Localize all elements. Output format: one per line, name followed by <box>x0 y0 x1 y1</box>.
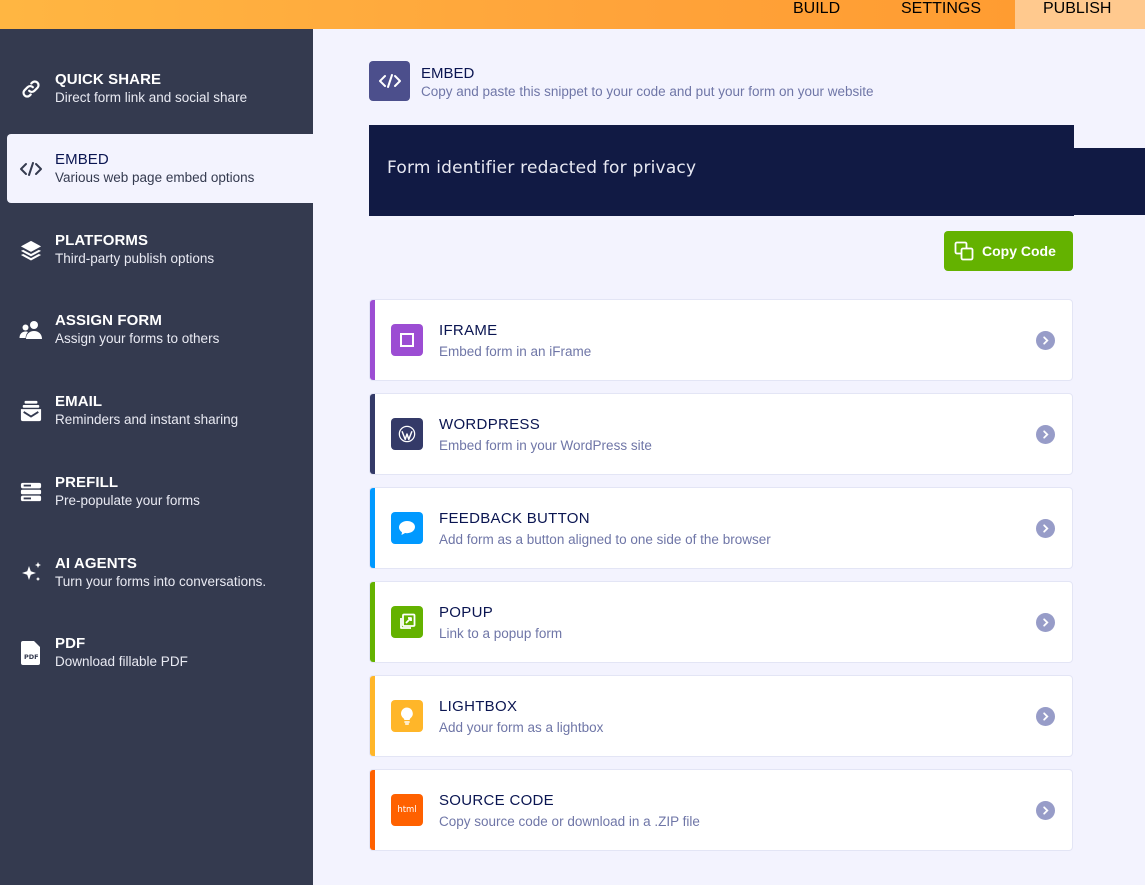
option-card-feedback-button[interactable]: FEEDBACK BUTTON Add form as a button ali… <box>369 487 1073 569</box>
option-subtitle: Add your form as a lightbox <box>439 720 604 735</box>
option-card-iframe[interactable]: IFRAME Embed form in an iFrame <box>369 299 1073 381</box>
sidebar: QUICK SHARE Direct form link and social … <box>0 29 313 885</box>
card-accent-bar <box>370 488 375 568</box>
option-card-lightbox[interactable]: LIGHTBOX Add your form as a lightbox <box>369 675 1073 757</box>
copy-code-button[interactable]: Copy Code <box>944 231 1073 271</box>
svg-text:PDF: PDF <box>24 653 39 661</box>
tab-publish-label: PUBLISH <box>1043 0 1112 17</box>
pdf-icon: PDF <box>18 640 44 666</box>
sidebar-item-subtitle: Reminders and instant sharing <box>55 411 239 427</box>
sidebar-item-title: PDF <box>55 634 86 652</box>
option-subtitle: Link to a popup form <box>439 626 563 641</box>
option-title: IFRAME <box>439 322 498 339</box>
popup-icon <box>391 606 423 638</box>
chevron-right-icon <box>1036 707 1055 726</box>
option-subtitle: Embed form in an iFrame <box>439 344 592 359</box>
card-accent-bar <box>370 676 375 756</box>
sidebar-item-subtitle: Pre-populate your forms <box>55 492 200 508</box>
tab-settings[interactable]: SETTINGS <box>901 0 1001 29</box>
option-subtitle: Embed form in your WordPress site <box>439 438 652 453</box>
link-icon <box>18 76 44 102</box>
sidebar-item-subtitle: Turn your forms into conversations. <box>55 573 267 589</box>
chevron-right-icon <box>1036 331 1055 350</box>
embed-header: EMBED Copy and paste this snippet to you… <box>369 61 874 101</box>
top-bar: BUILD SETTINGS PUBLISH <box>0 0 1145 29</box>
page-title: EMBED <box>421 65 475 82</box>
tab-settings-label: SETTINGS <box>901 0 982 17</box>
iframe-icon <box>391 324 423 356</box>
card-accent-bar <box>370 394 375 474</box>
sidebar-item-subtitle: Assign your forms to others <box>55 330 220 346</box>
option-title: LIGHTBOX <box>439 698 518 715</box>
option-subtitle: Copy source code or download in a .ZIP f… <box>439 814 700 829</box>
sidebar-item-subtitle: Download fillable PDF <box>55 653 188 669</box>
tab-build[interactable]: BUILD <box>793 0 853 29</box>
option-card-source-code[interactable]: html SOURCE CODE Copy source code or dow… <box>369 769 1073 851</box>
sidebar-item-subtitle: Various web page embed options <box>55 169 255 185</box>
sidebar-item-embed[interactable]: EMBED Various web page embed options <box>7 134 313 203</box>
code-icon <box>369 61 410 101</box>
sidebar-item-quick-share[interactable]: QUICK SHARE Direct form link and social … <box>0 54 313 123</box>
chevron-right-icon <box>1036 519 1055 538</box>
option-title: WORDPRESS <box>439 416 541 433</box>
option-title: FEEDBACK BUTTON <box>439 510 590 527</box>
page-subtitle: Copy and paste this snippet to your code… <box>421 84 874 99</box>
prefill-icon <box>18 479 44 505</box>
chevron-right-icon <box>1036 801 1055 820</box>
embed-code-overflow <box>1074 148 1145 215</box>
sidebar-item-pdf[interactable]: PDF PDF Download fillable PDF <box>0 618 313 687</box>
chevron-right-icon <box>1036 613 1055 632</box>
layers-icon <box>18 237 44 263</box>
option-card-popup[interactable]: POPUP Link to a popup form <box>369 581 1073 663</box>
sidebar-item-title: EMBED <box>55 150 109 168</box>
tab-publish[interactable]: PUBLISH <box>1015 0 1145 29</box>
sidebar-item-title: ASSIGN FORM <box>55 311 162 329</box>
sidebar-item-assign-form[interactable]: ASSIGN FORM Assign your forms to others <box>0 295 313 364</box>
chevron-right-icon <box>1036 425 1055 444</box>
option-title: SOURCE CODE <box>439 792 554 809</box>
sidebar-item-title: EMAIL <box>55 392 103 410</box>
email-icon <box>18 398 44 424</box>
lightbulb-icon <box>391 700 423 732</box>
embed-code-text: Form identifier redacted for privacy <box>387 158 697 178</box>
sidebar-item-title: PLATFORMS <box>55 231 149 249</box>
sidebar-item-title: PREFILL <box>55 473 119 491</box>
sidebar-item-subtitle: Direct form link and social share <box>55 89 248 105</box>
wordpress-icon <box>391 418 423 450</box>
copy-code-label: Copy Code <box>982 243 1056 259</box>
html-icon-label: html <box>397 805 417 815</box>
copy-icon <box>954 241 974 261</box>
sidebar-item-email[interactable]: EMAIL Reminders and instant sharing <box>0 376 313 445</box>
card-accent-bar <box>370 770 375 850</box>
users-icon <box>18 317 44 343</box>
sidebar-item-title: AI AGENTS <box>55 554 138 572</box>
tab-build-label: BUILD <box>793 0 841 17</box>
card-accent-bar <box>370 300 375 380</box>
code-icon <box>18 156 44 182</box>
card-accent-bar <box>370 582 375 662</box>
sidebar-item-subtitle: Third-party publish options <box>55 250 215 266</box>
sidebar-item-platforms[interactable]: PLATFORMS Third-party publish options <box>0 215 313 284</box>
chat-bubble-icon <box>391 512 423 544</box>
sidebar-item-prefill[interactable]: PREFILL Pre-populate your forms <box>0 457 313 526</box>
sparkles-icon <box>18 560 44 586</box>
html-icon: html <box>391 794 423 826</box>
option-card-wordpress[interactable]: WORDPRESS Embed form in your WordPress s… <box>369 393 1073 475</box>
embed-code-box[interactable]: Form identifier redacted for privacy <box>369 125 1074 216</box>
option-title: POPUP <box>439 604 494 621</box>
sidebar-item-ai-agents[interactable]: AI AGENTS Turn your forms into conversat… <box>0 538 313 607</box>
option-subtitle: Add form as a button aligned to one side… <box>439 532 771 547</box>
sidebar-item-title: QUICK SHARE <box>55 70 162 88</box>
